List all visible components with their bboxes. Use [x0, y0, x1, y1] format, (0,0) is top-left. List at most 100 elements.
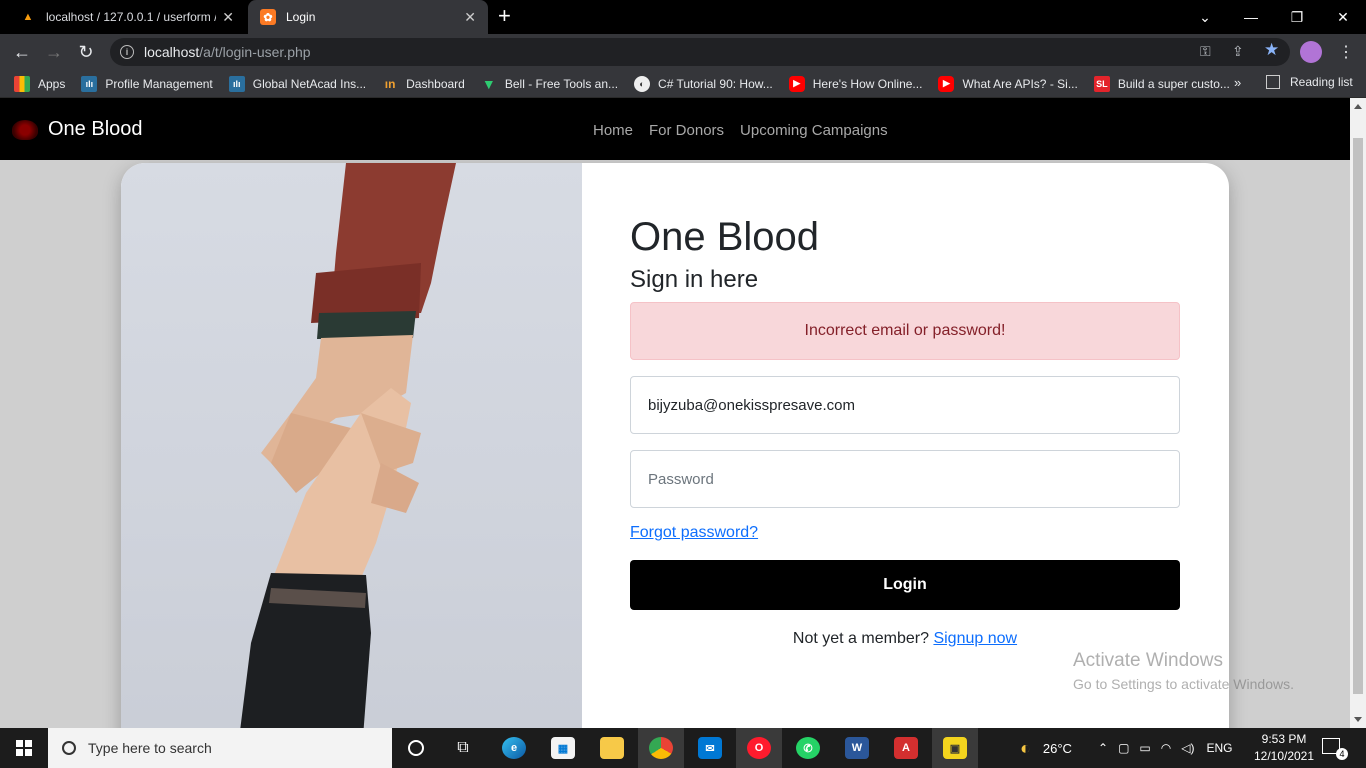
- phpmyadmin-icon: ▲: [22, 11, 34, 23]
- new-tab-button[interactable]: +: [498, 5, 511, 27]
- battery-icon[interactable]: ▭: [1139, 741, 1150, 755]
- login-button[interactable]: Login: [630, 560, 1180, 610]
- notification-center-icon[interactable]: 4: [1322, 738, 1348, 760]
- chevron-up-icon[interactable]: ⌃: [1098, 741, 1108, 755]
- restore-button[interactable]: ❐: [1274, 0, 1320, 34]
- profile-avatar[interactable]: [1300, 41, 1322, 63]
- site-nav-links: Home For Donors Upcoming Campaigns: [593, 122, 904, 139]
- reload-button[interactable]: ↻: [74, 40, 98, 64]
- bookmark-bell[interactable]: ▼ Bell - Free Tools an...: [481, 76, 618, 92]
- bookmark-dashboard[interactable]: ın Dashboard: [382, 76, 465, 92]
- bookmark-star-icon[interactable]: ★: [1264, 40, 1279, 60]
- site-navbar: One Blood Home For Donors Upcoming Campa…: [0, 98, 1350, 160]
- bell-icon: ▼: [481, 75, 496, 92]
- page-viewport: One Blood Home For Donors Upcoming Campa…: [0, 98, 1366, 728]
- tab-phpmyadmin[interactable]: ▲ localhost / 127.0.0.1 / userform / ✕: [8, 0, 246, 34]
- blood-splatter-logo-icon: [12, 119, 38, 140]
- tab-search-icon[interactable]: ⌄: [1182, 0, 1228, 34]
- bookmarks-bar: Apps ılı Profile Management ılı Global N…: [0, 70, 1366, 98]
- taskbar-search[interactable]: Type here to search: [48, 728, 392, 768]
- email-field[interactable]: bijyzuba@onekisspresave.com: [630, 376, 1180, 434]
- scroll-up-icon[interactable]: [1354, 104, 1362, 109]
- close-tab-icon[interactable]: ✕: [222, 9, 234, 26]
- back-button[interactable]: ←: [10, 40, 34, 64]
- close-window-button[interactable]: ✕: [1320, 0, 1366, 34]
- site-brand[interactable]: One Blood: [12, 118, 143, 141]
- site-info-icon[interactable]: i: [120, 45, 134, 59]
- tab-title: Login: [286, 10, 316, 24]
- youtube-icon: ▶: [938, 75, 955, 92]
- cisco-icon: ılı: [228, 75, 245, 92]
- close-tab-icon[interactable]: ✕: [464, 9, 476, 26]
- weather-moon-icon: ◐: [1020, 737, 1031, 758]
- nav-home[interactable]: Home: [593, 122, 633, 139]
- password-field[interactable]: Password: [630, 450, 1180, 508]
- scroll-thumb[interactable]: [1353, 138, 1363, 694]
- browser-toolbar: ← → ↻ i localhost/a/t/login-user.php ⚿ ⇪…: [0, 34, 1366, 70]
- forward-button[interactable]: →: [42, 40, 66, 64]
- tab-title: localhost / 127.0.0.1 / userform /: [46, 10, 217, 24]
- chrome-icon[interactable]: [638, 728, 684, 768]
- meet-icon[interactable]: ▢: [1118, 741, 1129, 755]
- bookmark-global-netacad[interactable]: ılı Global NetAcad Ins...: [228, 75, 366, 92]
- share-icon[interactable]: ⇪: [1232, 43, 1244, 60]
- youtube-icon: ▶: [788, 75, 805, 92]
- key-icon[interactable]: ⚿: [1200, 43, 1211, 60]
- sl-icon: SL: [1093, 75, 1110, 92]
- file-explorer-icon[interactable]: [589, 728, 635, 768]
- xampp-icon: ✿: [260, 9, 276, 25]
- reading-list-icon: [1266, 75, 1280, 89]
- edge-icon[interactable]: e: [491, 728, 537, 768]
- opera-icon[interactable]: O: [736, 728, 782, 768]
- tab-login[interactable]: ✿ Login ✕: [248, 0, 488, 34]
- nav-upcoming-campaigns[interactable]: Upcoming Campaigns: [740, 122, 888, 139]
- store-icon[interactable]: ▦: [540, 728, 586, 768]
- start-button[interactable]: [0, 728, 48, 768]
- nav-for-donors[interactable]: For Donors: [649, 122, 724, 139]
- reading-list-button[interactable]: Reading list: [1266, 75, 1353, 89]
- language-indicator[interactable]: ENG: [1206, 741, 1232, 755]
- acrobat-icon[interactable]: A: [883, 728, 929, 768]
- minimize-button[interactable]: —: [1228, 0, 1274, 34]
- task-view-icon[interactable]: ⧉: [440, 728, 486, 768]
- login-form: One Blood Sign in here Incorrect email o…: [630, 215, 1180, 648]
- tray-icons: ⌃ ▢ ▭ ◠ ◁) ENG: [1098, 728, 1232, 768]
- page-scrollbar[interactable]: [1350, 98, 1366, 728]
- signup-link[interactable]: Signup now: [933, 630, 1017, 647]
- bookmark-csharp[interactable]: ◐ C# Tutorial 90: How...: [634, 75, 773, 92]
- snip-icon[interactable]: ▣: [932, 728, 978, 768]
- windows-taskbar: Type here to search ⧉ e ▦ ✉ O ✆ W A ▣ ◐ …: [0, 728, 1366, 768]
- taskbar-clock[interactable]: 9:53 PM 12/10/2021: [1252, 731, 1316, 765]
- mail-icon[interactable]: ✉: [687, 728, 733, 768]
- url-text: localhost/a/t/login-user.php: [144, 44, 311, 60]
- globe-icon: ◐: [634, 75, 651, 92]
- page-title: One Blood: [630, 215, 820, 259]
- bookmark-youtube-2[interactable]: ▶ What Are APIs? - Si...: [938, 75, 1078, 92]
- error-alert: Incorrect email or password!: [630, 302, 1180, 360]
- cisco-icon: ılı: [81, 75, 98, 92]
- volume-icon[interactable]: ◁): [1181, 741, 1194, 755]
- signup-prompt: Not yet a member? Signup now: [792, 630, 1018, 647]
- cortana-icon[interactable]: [393, 728, 439, 768]
- browser-tabstrip: ▲ localhost / 127.0.0.1 / userform / ✕ ✿…: [0, 0, 1366, 34]
- word-icon[interactable]: W: [834, 728, 880, 768]
- whatsapp-icon[interactable]: ✆: [785, 728, 831, 768]
- dashboard-icon: ın: [384, 76, 396, 91]
- scroll-down-icon[interactable]: [1354, 717, 1362, 722]
- more-bookmarks-button[interactable]: »: [1234, 75, 1241, 90]
- search-icon: [62, 741, 76, 755]
- bookmark-profile-management[interactable]: ılı Profile Management: [81, 75, 213, 92]
- weather-widget[interactable]: ◐ 26°C: [1020, 728, 1072, 768]
- bookmark-youtube-1[interactable]: ▶ Here's How Online...: [788, 75, 922, 92]
- activate-windows-watermark: Activate Windows Go to Settings to activ…: [1073, 650, 1294, 692]
- wifi-icon[interactable]: ◠: [1161, 741, 1171, 755]
- forgot-password-link[interactable]: Forgot password?: [630, 524, 1180, 542]
- menu-icon[interactable]: ⋮: [1338, 42, 1354, 62]
- helping-hands-image: [121, 163, 582, 728]
- address-bar[interactable]: i localhost/a/t/login-user.php: [110, 38, 1290, 66]
- bookmark-sl[interactable]: SL Build a super custo...: [1093, 75, 1230, 92]
- login-card: One Blood Sign in here Incorrect email o…: [121, 163, 1229, 728]
- bookmark-apps[interactable]: Apps: [14, 75, 65, 92]
- apps-grid-icon: [14, 75, 30, 92]
- form-subtitle: Sign in here: [630, 266, 759, 293]
